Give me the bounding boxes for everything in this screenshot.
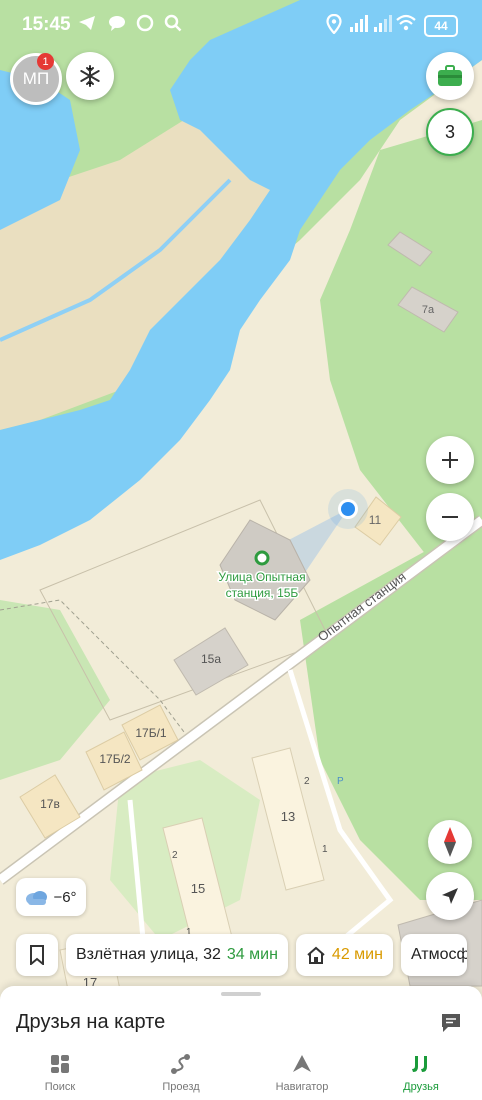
- chat-button[interactable]: [440, 1012, 462, 1039]
- building-label-7a: 7а: [422, 304, 435, 316]
- entrance-label: 2: [172, 850, 178, 861]
- chat-bubble-icon: [442, 1014, 460, 1032]
- building-label-15a: 15а: [201, 652, 221, 666]
- route-chip-more[interactable]: Атмосф: [400, 934, 467, 976]
- building-label-17b1: 17Б/1: [135, 726, 167, 740]
- compass-button[interactable]: [428, 820, 472, 864]
- building-label-15: 15: [191, 881, 205, 896]
- weather-temperature: −6°: [53, 888, 77, 906]
- services-button[interactable]: [426, 52, 474, 100]
- route-chip-work[interactable]: Взлётная улица, 32 34 мин: [66, 934, 288, 976]
- tab-label: Проезд: [162, 1081, 200, 1093]
- route-chip-label: Атмосф: [410, 946, 467, 963]
- tab-label: Друзья: [403, 1081, 439, 1093]
- building-label-11: 11: [369, 513, 382, 527]
- signal-icon: [372, 14, 392, 40]
- route-icon: [171, 1054, 190, 1074]
- selected-place-label-line2[interactable]: станция, 15Б: [224, 585, 300, 602]
- navigation-arrow-icon: [442, 888, 458, 904]
- battery-indicator: 44: [424, 15, 458, 37]
- compass-icon: [444, 827, 456, 857]
- route-chip-home[interactable]: 42 мин: [295, 934, 393, 976]
- profile-avatar[interactable]: МП: [10, 53, 62, 105]
- layers-count-button[interactable]: 3: [426, 108, 474, 156]
- weather-mode-button[interactable]: [66, 52, 114, 100]
- bookmarks-button[interactable]: [16, 934, 58, 976]
- snowflake-icon: [80, 65, 100, 87]
- entrance-label: 1: [322, 844, 328, 855]
- user-location-dot: [341, 502, 355, 516]
- selected-place-pin[interactable]: [254, 550, 270, 566]
- route-chip-eta: 34 мин: [226, 946, 278, 963]
- selected-place-label-line1[interactable]: Улица Опытная: [217, 569, 307, 586]
- quick-routes-bar: Взлётная улица, 32 34 мин 42 мин Атмосф: [16, 934, 467, 976]
- my-location-button[interactable]: [426, 872, 474, 920]
- building-label-17v: 17в: [40, 797, 60, 811]
- bookmark-icon: [30, 945, 44, 965]
- cloudy-icon: [26, 891, 48, 905]
- signal-hd-icon: [348, 14, 368, 40]
- search-status-icon: [164, 14, 182, 38]
- zoom-in-button[interactable]: [426, 436, 474, 484]
- notification-badge: 1: [37, 53, 54, 70]
- zoom-out-button[interactable]: [426, 493, 474, 541]
- weather-widget[interactable]: −6°: [16, 878, 86, 916]
- briefcase-icon: [438, 65, 462, 86]
- tab-label: Поиск: [44, 1081, 76, 1093]
- status-bar: 15:45 44: [0, 0, 482, 50]
- navigator-icon: [293, 1055, 311, 1072]
- building-label-13: 13: [281, 809, 295, 824]
- parking-label: P: [337, 776, 344, 787]
- sheet-title: Друзья на карте: [16, 1011, 166, 1033]
- chat-icon: [108, 14, 126, 38]
- route-chip-label: Взлётная улица, 32: [76, 946, 221, 963]
- message-icon: [136, 14, 154, 38]
- tab-label: Навигатор: [275, 1081, 329, 1093]
- wifi-icon: [396, 14, 416, 38]
- telegram-icon: [78, 14, 96, 38]
- tab-route[interactable]: Проезд: [131, 1054, 231, 1093]
- minus-icon: [442, 516, 458, 518]
- entrance-label: 2: [304, 776, 310, 787]
- tab-friends[interactable]: Друзья: [371, 1054, 471, 1093]
- tab-search[interactable]: Поиск: [10, 1054, 110, 1093]
- tab-navigator[interactable]: Навигатор: [252, 1054, 352, 1093]
- sheet-handle[interactable]: [221, 992, 261, 996]
- location-status-icon: [326, 13, 342, 40]
- plus-icon: [442, 452, 458, 468]
- bottom-tab-bar: Поиск Проезд Навигатор Друзья: [0, 1050, 482, 1100]
- building-label-17b2: 17Б/2: [99, 752, 131, 766]
- route-chip-eta: 42 мин: [331, 946, 383, 963]
- grid-icon: [51, 1055, 69, 1073]
- status-time: 15:45: [22, 14, 71, 35]
- friends-icon: [412, 1056, 427, 1072]
- home-icon: [307, 946, 325, 964]
